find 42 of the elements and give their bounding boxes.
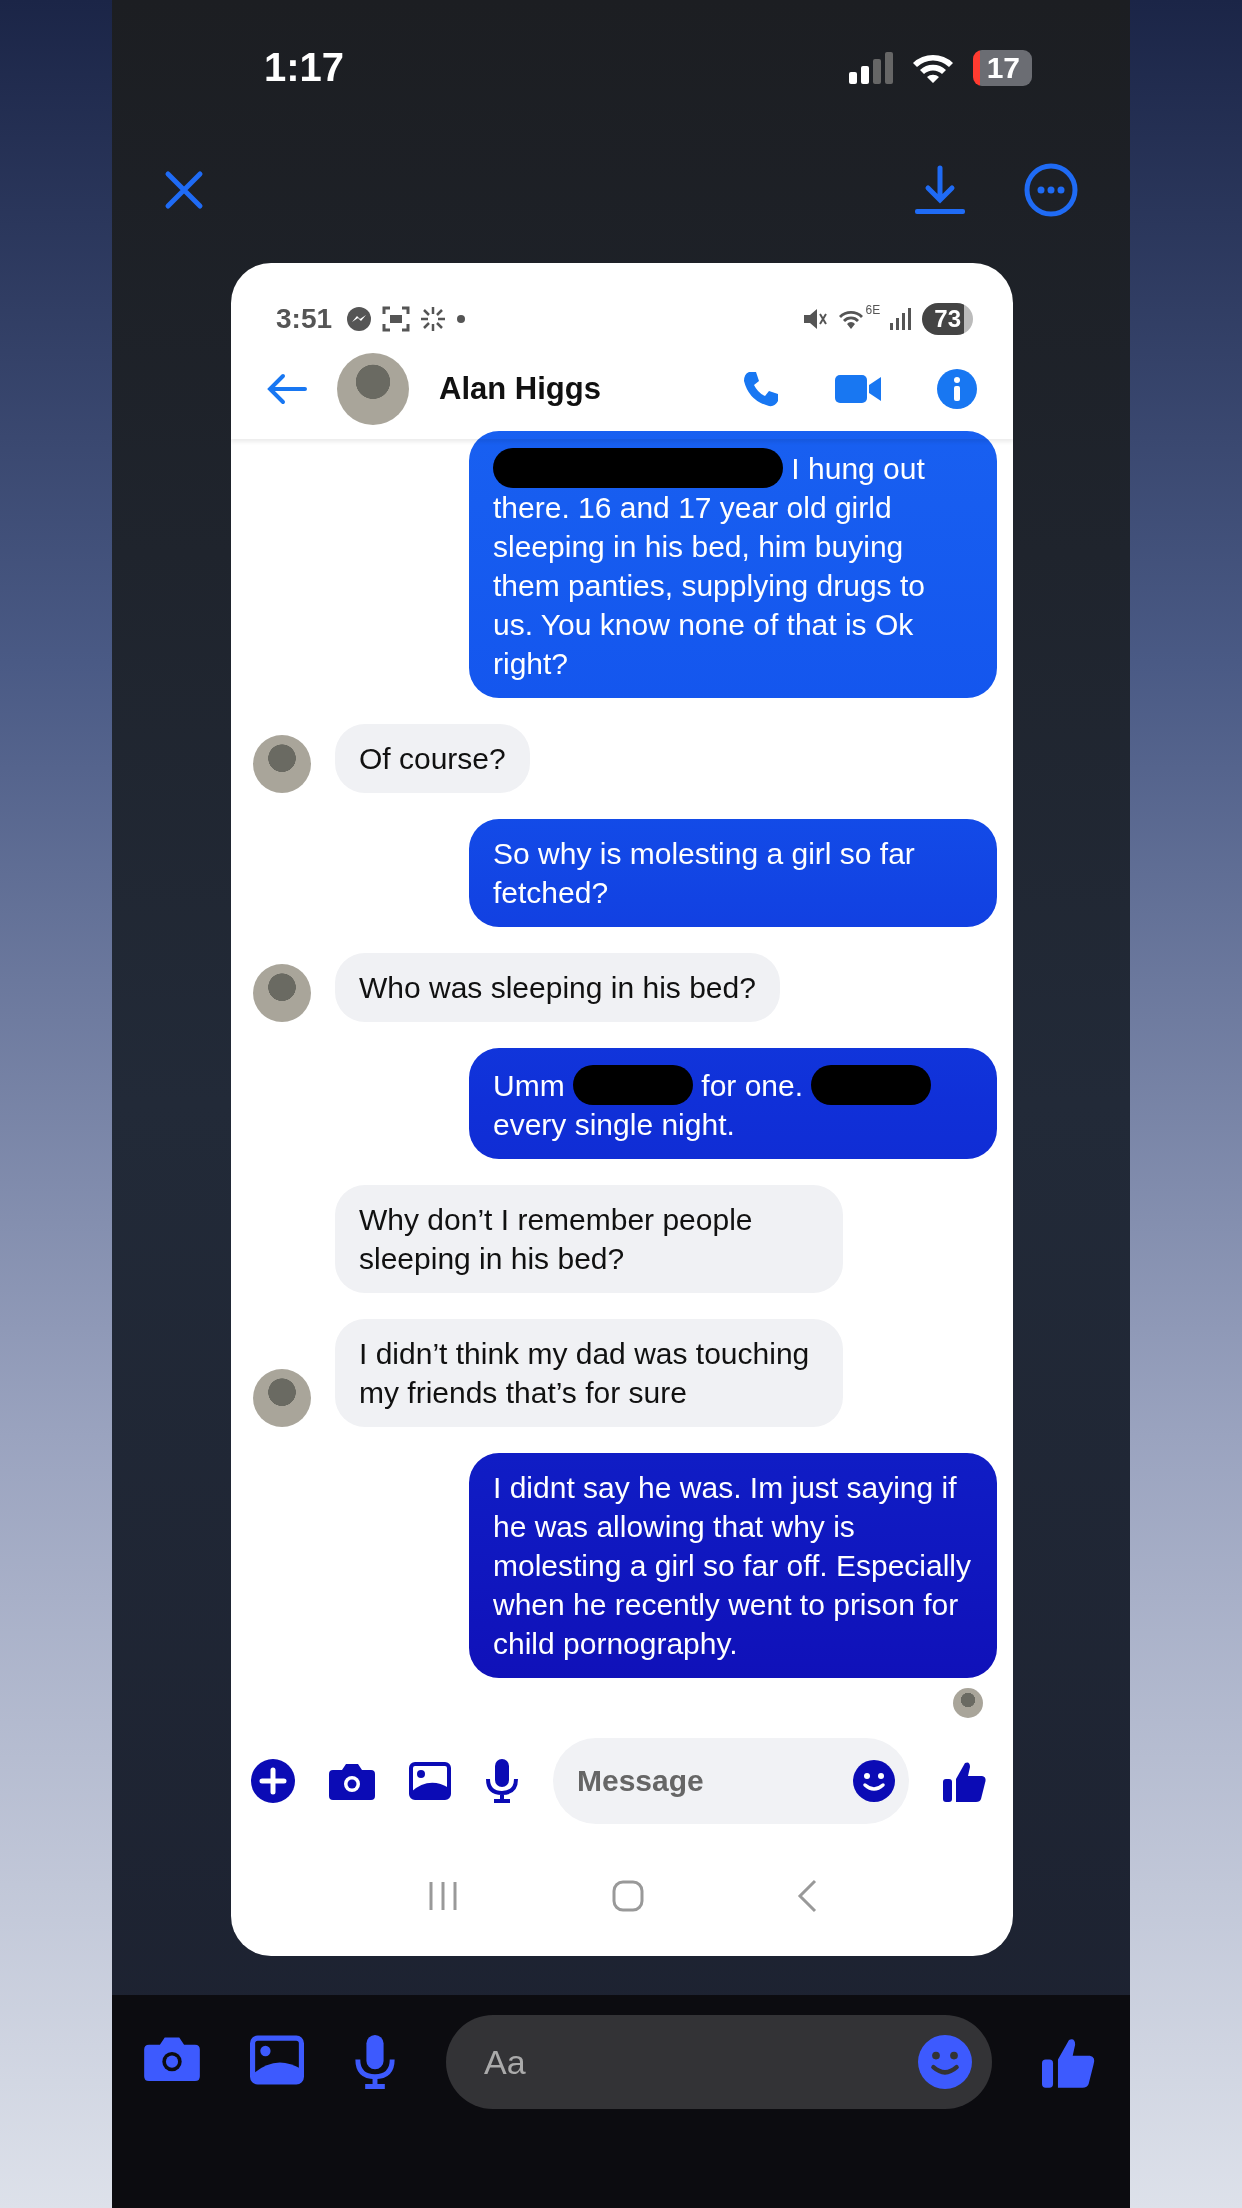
battery-indicator: 73 <box>922 303 973 335</box>
message-text: I didn’t think my dad was touching my friends that’s for sure <box>359 1337 810 1410</box>
message-text: there. 16 and 17 year old girld sleeping in his bed, him buying them panties, supplying drugs to us. You know none of that is Ok right? <box>493 490 926 683</box>
message-text: I hung out <box>791 450 925 487</box>
message-field[interactable]: Message <box>553 1738 909 1824</box>
home-icon[interactable] <box>612 1880 644 1912</box>
sparkle-icon <box>420 306 447 332</box>
network-label: 6E <box>865 303 881 317</box>
message-text: So why is molesting a girl so far fetched? <box>493 837 915 910</box>
wifi-icon <box>837 308 864 330</box>
contact-name[interactable]: Alan Higgs <box>439 371 711 407</box>
download-icon[interactable] <box>914 164 966 216</box>
video-camera-icon[interactable] <box>835 373 883 405</box>
back-arrow-icon[interactable] <box>267 373 307 405</box>
signal-icon <box>890 308 913 330</box>
microphone-icon[interactable] <box>485 1759 519 1803</box>
screenshot-icon <box>382 306 411 332</box>
message-field[interactable]: Aa <box>446 2015 992 2109</box>
signal-icon <box>848 51 893 84</box>
message-text: I didnt say he was. Im just saying if he was allowing that why is molesting a girl so far off. Especially when he recently went to prison for child pornography. <box>493 1471 971 1661</box>
camera-icon[interactable] <box>329 1762 375 1800</box>
mute-icon <box>801 306 828 332</box>
close-icon[interactable] <box>164 170 204 210</box>
battery-indicator: 17 <box>972 49 1032 86</box>
status-time: 3:51 <box>276 303 333 335</box>
recents-icon[interactable] <box>427 1880 460 1912</box>
emoji-icon[interactable] <box>853 1760 895 1802</box>
message-text: Who was sleeping in his bed? <box>359 971 756 1005</box>
messenger-icon <box>346 306 373 332</box>
add-icon[interactable] <box>251 1759 295 1803</box>
phone-icon[interactable] <box>741 369 781 409</box>
message-text: Umm <box>493 1067 565 1104</box>
back-icon[interactable] <box>796 1879 817 1913</box>
message-text: for one. <box>701 1067 804 1104</box>
status-time: 1:17 <box>264 45 345 90</box>
more-icon[interactable] <box>1024 163 1078 217</box>
message-text: Of course? <box>359 742 506 776</box>
message-text: Why don’t I remember people sleeping in his bed? <box>359 1203 753 1276</box>
message-text: every single night. <box>493 1107 735 1144</box>
image-icon[interactable] <box>409 1762 451 1800</box>
dot-icon <box>456 314 467 324</box>
info-icon[interactable] <box>937 369 977 409</box>
